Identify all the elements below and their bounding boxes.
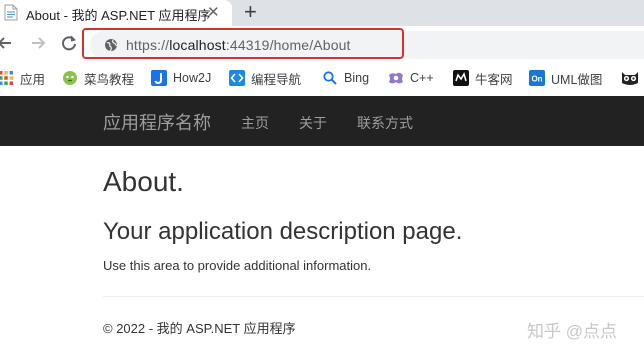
- bookmark-how2j[interactable]: How2J: [151, 69, 211, 87]
- bookmark-nowcoder[interactable]: 牛客网: [453, 69, 513, 87]
- bookmark-label: 菜鸟教程: [84, 72, 135, 87]
- tab-strip: About - 我的 ASP.NET 应用程序 ✕ +: [0, 0, 644, 26]
- document-icon: [4, 4, 18, 21]
- page-body-text: Use this area to provide additional info…: [103, 258, 372, 273]
- bookmark-label: How2J: [173, 71, 212, 85]
- tab-close-icon[interactable]: ✕: [207, 3, 220, 21]
- nav-link-contact[interactable]: 联系方式: [357, 113, 413, 133]
- back-arrow-icon[interactable]: [0, 32, 16, 54]
- forward-arrow-icon[interactable]: [27, 32, 49, 54]
- cpp-icon: [389, 72, 403, 84]
- page-footer: © 2022 - 我的 ASP.NET 应用程序: [103, 321, 296, 336]
- bookmark-uml[interactable]: On UML做图: [529, 69, 602, 87]
- bookmark-label: 牛客网: [475, 72, 513, 87]
- uml-icon: On: [529, 70, 545, 86]
- navbar-brand[interactable]: 应用程序名称: [103, 109, 211, 135]
- browser-tab[interactable]: About - 我的 ASP.NET 应用程序 ✕: [0, 0, 232, 26]
- nowcoder-icon: [453, 70, 469, 86]
- tab-title: About - 我的 ASP.NET 应用程序: [26, 8, 211, 23]
- search-icon: [323, 71, 337, 85]
- nav-link-home[interactable]: 主页: [241, 113, 269, 133]
- browser-toolbar: https://localhost:44319/home/About: [0, 26, 644, 62]
- url-highlight-annotation: [82, 28, 404, 59]
- bookmark-label: 编程导航: [251, 72, 302, 87]
- code-nav-icon: [229, 70, 245, 86]
- how2j-icon: [151, 70, 167, 86]
- bookmark-label: Bing: [344, 71, 370, 85]
- bookmark-code-nav[interactable]: 编程导航: [229, 69, 301, 87]
- zhihu-watermark: 知乎 @点点: [527, 322, 617, 341]
- apps-grid-icon: [0, 71, 13, 85]
- svg-text:On: On: [531, 75, 542, 84]
- runoob-icon: [63, 71, 77, 85]
- page-title: About.: [103, 166, 184, 197]
- bookmark-label: 应用: [20, 72, 46, 87]
- new-tab-button[interactable]: +: [244, 0, 257, 24]
- bookmark-cpp[interactable]: C++: [388, 69, 434, 87]
- bookmark-runoob[interactable]: 菜鸟教程: [62, 69, 134, 87]
- app-navbar: 应用程序名称 主页 关于 联系方式: [0, 96, 644, 146]
- bookmarks-bar: 应用 菜鸟教程 How2J 编程导航 Bing C++ 牛客网 On UML做图: [0, 62, 644, 94]
- nav-link-about[interactable]: 关于: [299, 113, 327, 133]
- page-subtitle: Your application description page.: [103, 218, 463, 245]
- owl-bookmark-icon[interactable]: [620, 69, 640, 87]
- footer-divider: [103, 296, 644, 297]
- reload-icon[interactable]: [58, 32, 80, 54]
- bookmark-label: UML做图: [551, 72, 603, 87]
- bookmark-apps[interactable]: 应用: [0, 69, 45, 87]
- bookmark-label: C++: [410, 71, 434, 85]
- bookmark-bing[interactable]: Bing: [322, 69, 369, 87]
